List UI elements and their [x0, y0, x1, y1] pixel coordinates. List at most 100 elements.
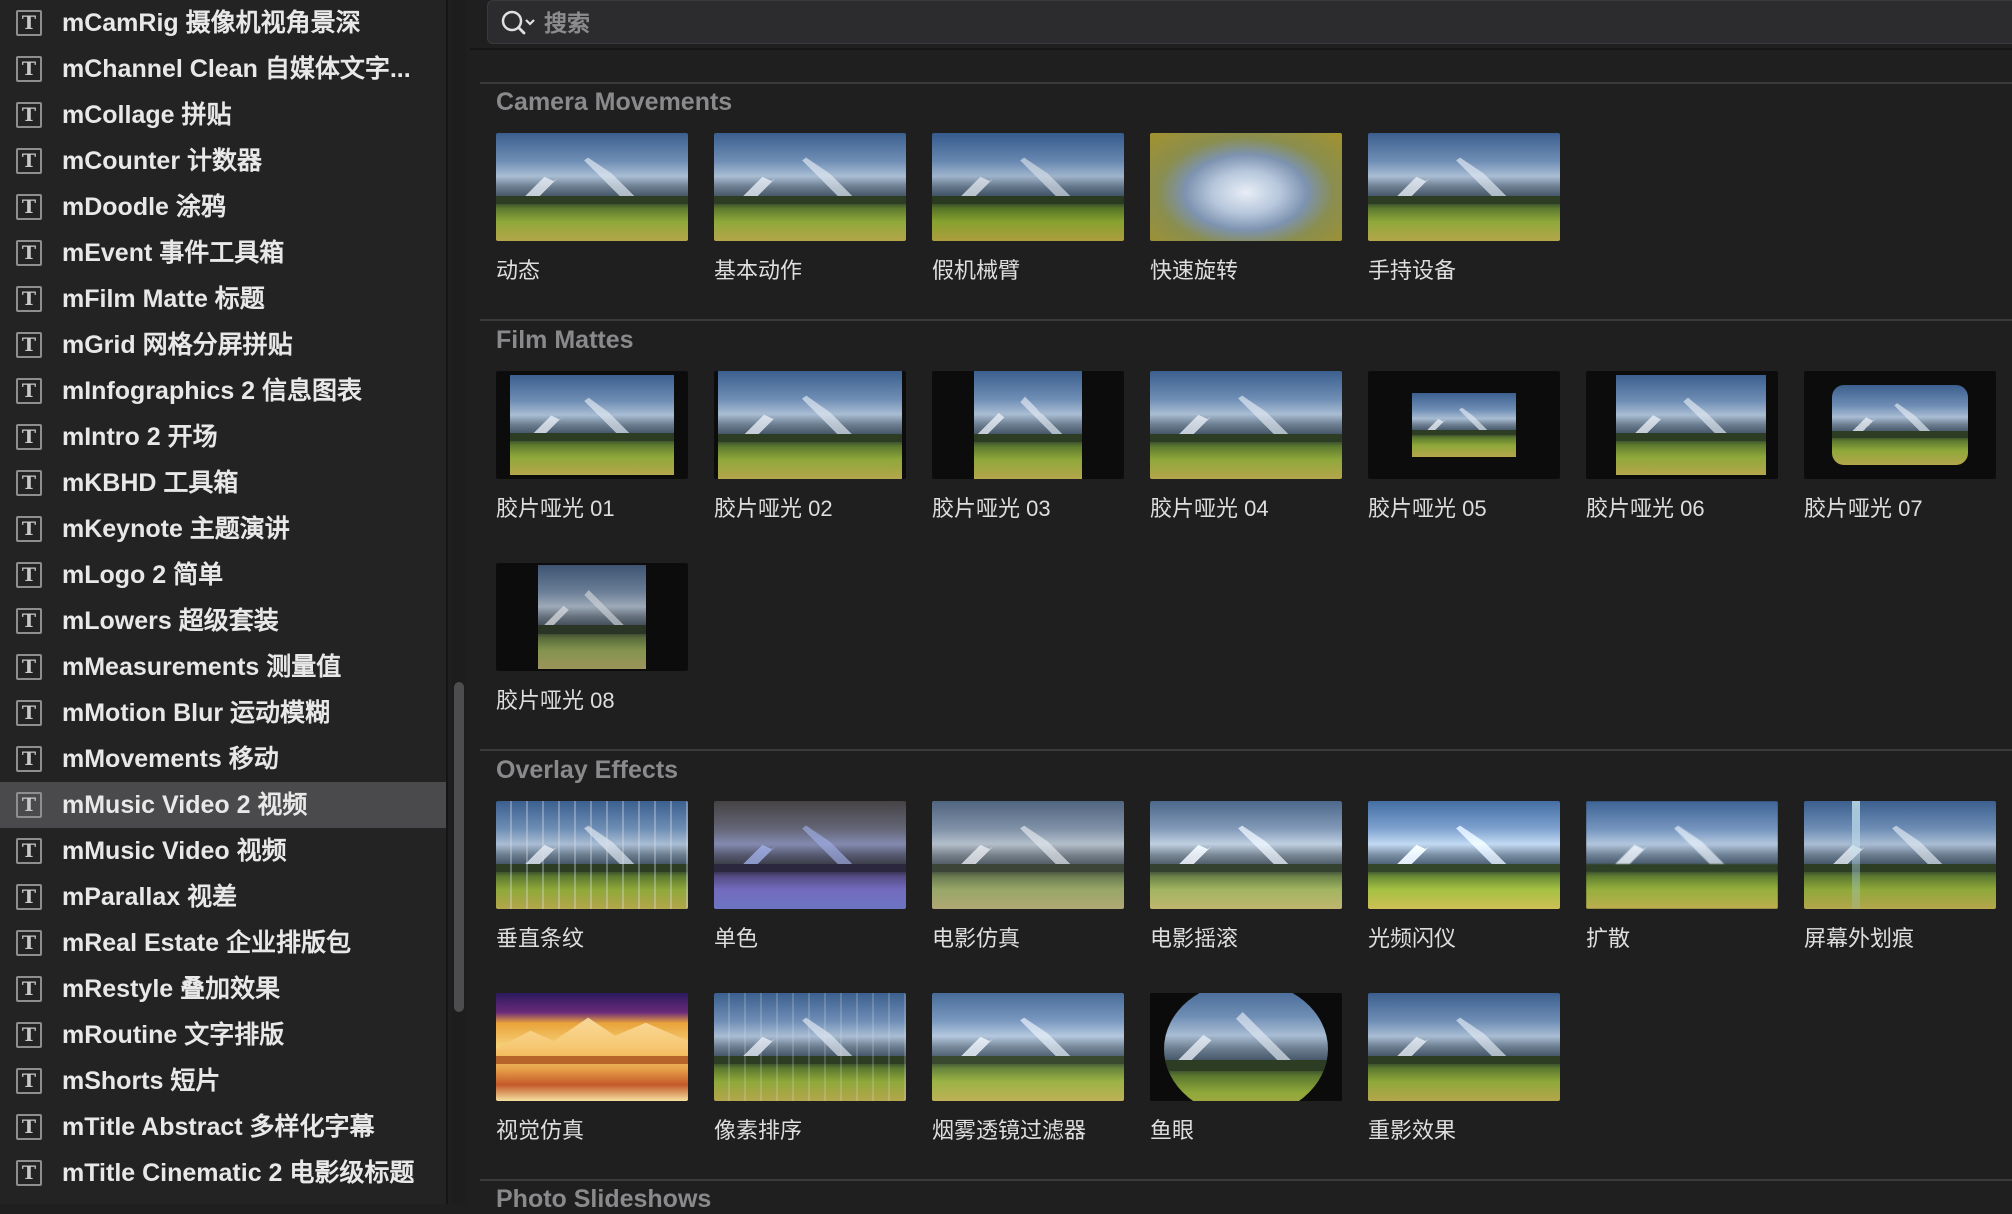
template-thumbnail[interactable] [1150, 801, 1342, 909]
template-tile[interactable]: 单色 [714, 801, 906, 953]
sidebar-item-minfographics-2[interactable]: TmInfographics 2 信息图表 [0, 368, 446, 414]
sidebar-item-mreal-estate[interactable]: TmReal Estate 企业排版包 [0, 920, 446, 966]
title-icon: T [16, 470, 42, 496]
sidebar-item-mmovements[interactable]: TmMovements 移动 [0, 736, 446, 782]
sidebar-item-label: mInfographics 2 信息图表 [62, 377, 363, 405]
template-tile[interactable]: 假机械臂 [932, 133, 1124, 285]
title-icon: T [16, 240, 42, 266]
template-thumbnail[interactable] [1586, 371, 1778, 479]
template-tile[interactable]: 光频闪仪 [1368, 801, 1560, 953]
template-thumbnail[interactable] [1150, 133, 1342, 241]
sidebar-item-label: mChannel Clean 自媒体文字... [62, 55, 411, 83]
template-label: 像素排序 [714, 1118, 803, 1143]
template-tile[interactable]: 电影仿真 [932, 801, 1124, 953]
template-label: 胶片哑光 04 [1150, 496, 1269, 521]
sidebar-scrollbar-thumb[interactable] [454, 682, 464, 1012]
template-label: 单色 [714, 926, 759, 951]
template-tile[interactable]: 像素排序 [714, 993, 906, 1145]
sidebar-item-mevent[interactable]: TmEvent 事件工具箱 [0, 230, 446, 276]
sidebar-item-mcounter[interactable]: TmCounter 计数器 [0, 138, 446, 184]
template-thumbnail[interactable] [932, 133, 1124, 241]
sidebar-item-mchannel-clean[interactable]: TmChannel Clean 自媒体文字... [0, 46, 446, 92]
sidebar-item-mshorts[interactable]: TmShorts 短片 [0, 1058, 446, 1104]
template-tile[interactable]: 鱼眼 [1150, 993, 1342, 1145]
template-tile[interactable]: 动态 [496, 133, 688, 285]
section-title-film-mattes: Film Mattes [496, 326, 634, 354]
template-thumbnail[interactable] [714, 371, 906, 479]
template-thumbnail[interactable] [932, 801, 1124, 909]
section-divider [480, 1179, 2012, 1181]
sidebar-item-mdoodle[interactable]: TmDoodle 涂鸦 [0, 184, 446, 230]
template-thumbnail[interactable] [496, 563, 688, 671]
template-tile[interactable]: 垂直条纹 [496, 801, 688, 953]
template-tile[interactable]: 基本动作 [714, 133, 906, 285]
template-thumbnail[interactable] [714, 801, 906, 909]
title-icon: T [16, 332, 42, 358]
sidebar-item-mroutine[interactable]: TmRoutine 文字排版 [0, 1012, 446, 1058]
template-tile[interactable]: 胶片哑光 07 [1804, 371, 1996, 523]
sidebar-item-mtitle-abstract[interactable]: TmTitle Abstract 多样化字幕 [0, 1104, 446, 1150]
template-tile[interactable]: 手持设备 [1368, 133, 1560, 285]
sidebar-item-mcollage[interactable]: TmCollage 拼贴 [0, 92, 446, 138]
template-tile[interactable]: 胶片哑光 04 [1150, 371, 1342, 523]
sidebar-item-mcamrig[interactable]: TmCamRig 摄像机视角景深 [0, 0, 446, 46]
template-tile[interactable]: 重影效果 [1368, 993, 1560, 1145]
template-thumbnail[interactable] [496, 801, 688, 909]
sidebar-item-label: mTitle Abstract 多样化字幕 [62, 1113, 375, 1141]
template-thumbnail[interactable] [1804, 801, 1996, 909]
sidebar-item-mmusic-video-2-selected[interactable]: TmMusic Video 2 视频 [0, 782, 446, 828]
sidebar-item-label: mParallax 视差 [62, 883, 238, 911]
title-icon: T [16, 654, 42, 680]
sidebar-item-mmeasurements[interactable]: TmMeasurements 测量值 [0, 644, 446, 690]
template-tile[interactable]: 屏幕外划痕 [1804, 801, 1996, 953]
template-label: 胶片哑光 05 [1368, 496, 1487, 521]
sidebar-item-mintro-2[interactable]: TmIntro 2 开场 [0, 414, 446, 460]
sidebar-item-mgrid[interactable]: TmGrid 网格分屏拼贴 [0, 322, 446, 368]
template-thumbnail[interactable] [932, 371, 1124, 479]
sidebar-item-mlowers[interactable]: TmLowers 超级套装 [0, 598, 446, 644]
template-thumbnail[interactable] [1586, 801, 1778, 909]
template-thumbnail[interactable] [714, 993, 906, 1101]
template-thumbnail[interactable] [1368, 801, 1560, 909]
sidebar-item-mkeynote[interactable]: TmKeynote 主题演讲 [0, 506, 446, 552]
template-thumbnail[interactable] [1368, 993, 1560, 1101]
template-tile[interactable]: 胶片哑光 01 [496, 371, 688, 523]
template-thumbnail[interactable] [1150, 993, 1342, 1101]
template-thumbnail[interactable] [714, 133, 906, 241]
template-thumbnail[interactable] [1150, 371, 1342, 479]
sidebar-item-mparallax[interactable]: TmParallax 视差 [0, 874, 446, 920]
template-thumbnail[interactable] [932, 993, 1124, 1101]
sidebar-item-mkbhd[interactable]: TmKBHD 工具箱 [0, 460, 446, 506]
template-thumbnail[interactable] [496, 371, 688, 479]
template-label: 动态 [496, 258, 541, 283]
sidebar-scrollbar-track[interactable] [452, 0, 466, 1204]
search-field[interactable]: 搜索 [487, 0, 2012, 44]
sidebar-item-label: mFilm Matte 标题 [62, 285, 265, 313]
template-tile[interactable]: 视觉仿真 [496, 993, 688, 1145]
template-tile[interactable]: 快速旋转 [1150, 133, 1342, 285]
template-thumbnail[interactable] [1804, 371, 1996, 479]
sidebar-item-mfilm-matte[interactable]: TmFilm Matte 标题 [0, 276, 446, 322]
sidebar-item-mmusic-video[interactable]: TmMusic Video 视频 [0, 828, 446, 874]
template-tile[interactable]: 电影摇滚 [1150, 801, 1342, 953]
template-tile[interactable]: 扩散 [1586, 801, 1778, 953]
template-tile[interactable]: 胶片哑光 03 [932, 371, 1124, 523]
template-tile[interactable]: 烟雾透镜过滤器 [932, 993, 1124, 1145]
template-label: 屏幕外划痕 [1804, 926, 1915, 951]
sidebar-item-mrestyle[interactable]: TmRestyle 叠加效果 [0, 966, 446, 1012]
template-tile[interactable]: 胶片哑光 06 [1586, 371, 1778, 523]
sidebar-item-label: mRestyle 叠加效果 [62, 975, 281, 1003]
template-label: 视觉仿真 [496, 1118, 585, 1143]
template-thumbnail[interactable] [1368, 133, 1560, 241]
template-tile[interactable]: 胶片哑光 02 [714, 371, 906, 523]
template-thumbnail[interactable] [496, 993, 688, 1101]
search-icon[interactable] [500, 9, 536, 42]
template-label: 重影效果 [1368, 1118, 1457, 1143]
sidebar-item-mtitle-cinematic-2[interactable]: TmTitle Cinematic 2 电影级标题 [0, 1150, 446, 1196]
template-tile[interactable]: 胶片哑光 05 [1368, 371, 1560, 523]
template-thumbnail[interactable] [1368, 371, 1560, 479]
template-tile[interactable]: 胶片哑光 08 [496, 563, 688, 715]
sidebar-item-mmotion-blur[interactable]: TmMotion Blur 运动模糊 [0, 690, 446, 736]
template-thumbnail[interactable] [496, 133, 688, 241]
sidebar-item-mlogo-2[interactable]: TmLogo 2 简单 [0, 552, 446, 598]
